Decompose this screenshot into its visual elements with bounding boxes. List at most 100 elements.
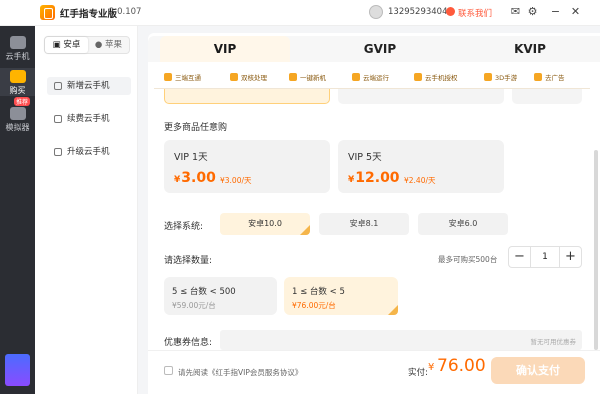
feature-label: 云手机授权: [425, 74, 458, 82]
feature-cloud-run: 云端运行: [352, 72, 389, 82]
currency-symbol: ¥: [348, 175, 355, 185]
recommend-badge: 推荐: [14, 97, 31, 106]
rail-item-emulator[interactable]: 模拟器: [0, 107, 35, 133]
plan-card[interactable]: [512, 89, 582, 104]
option-label: 安卓10.0: [248, 219, 282, 228]
rail-item-buy[interactable]: 购买: [0, 68, 35, 96]
total-amount: 76.00: [437, 356, 486, 376]
tab-gvip[interactable]: GVIP: [315, 36, 445, 62]
product-price: ¥12.00: [348, 170, 400, 186]
app-version: 2.0.107: [109, 7, 142, 17]
menu-item-label: 新增云手机: [67, 81, 110, 91]
customer-service-icon[interactable]: [446, 7, 455, 16]
cloud-icon: [352, 73, 360, 81]
coupon-placeholder: 暂无可用优惠券: [530, 338, 577, 346]
user-phone[interactable]: 13295293404: [388, 7, 448, 17]
plus-box-icon: [54, 82, 62, 90]
rail-item-label: 购买: [9, 86, 26, 95]
upgrade-icon: [54, 148, 62, 156]
price-per-day: ¥3.00/天: [220, 176, 252, 185]
agreement-checkbox[interactable]: [164, 366, 173, 375]
os-switch: ▣ 安卓 ● 苹果: [44, 36, 130, 54]
quantity-label: 请选择数量:: [164, 256, 213, 266]
selected-corner-icon: [300, 225, 310, 235]
quantity-increase-button[interactable]: +: [559, 246, 581, 268]
plan-card[interactable]: [338, 89, 504, 104]
feature-authorization: 云手机授权: [414, 72, 458, 82]
product-card-vip-1day[interactable]: VIP 1天 ¥3.00 ¥3.00/天: [164, 140, 330, 193]
feature-label: 三端互通: [175, 74, 201, 82]
rail-item-cloud-phone[interactable]: 云手机: [0, 36, 35, 62]
coupon-select[interactable]: [220, 330, 582, 350]
confirm-pay-button[interactable]: 确认支付: [491, 357, 585, 384]
rail-item-label: 云手机: [5, 52, 30, 61]
option-label: 安卓6.0: [448, 219, 478, 228]
cpu-icon: [230, 73, 238, 81]
tab-vip[interactable]: VIP: [160, 36, 290, 62]
feature-one-click-new: 一键新机: [289, 72, 326, 82]
feature-label: 云端运行: [363, 74, 389, 82]
tab-label: 安卓: [63, 40, 81, 50]
currency-symbol: ¥: [174, 175, 181, 185]
tier-range: 1 ≤ 台数 < 5: [292, 287, 345, 297]
tab-label: 苹果: [105, 40, 123, 50]
feature-no-ads: 去广告: [534, 72, 565, 82]
menu-item-label: 升级云手机: [67, 147, 110, 157]
product-card-vip-5day[interactable]: VIP 5天 ¥12.00 ¥2.40/天: [338, 140, 504, 193]
system-option-android10[interactable]: 安卓10.0: [220, 213, 310, 235]
app-logo-icon: [40, 5, 55, 20]
plan-card-selected[interactable]: [164, 89, 330, 104]
mail-icon[interactable]: ✉: [509, 5, 522, 18]
wallet-icon: [9, 70, 26, 83]
system-label: 选择系统:: [164, 222, 204, 232]
renew-icon: [54, 115, 62, 123]
refresh-phone-icon: [289, 73, 297, 81]
system-option-android6[interactable]: 安卓6.0: [418, 213, 508, 235]
system-option-android81[interactable]: 安卓8.1: [319, 213, 409, 235]
feature-label: 双核处理: [241, 74, 267, 82]
user-avatar[interactable]: [369, 5, 383, 19]
option-label: 安卓8.1: [349, 219, 379, 228]
feature-label: 一键新机: [300, 74, 326, 82]
more-products-title: 更多商品任意购: [164, 123, 228, 133]
tab-kvip[interactable]: KVIP: [465, 36, 595, 62]
tier-price: ¥59.00元/台: [172, 301, 216, 310]
minimize-icon[interactable]: −: [549, 5, 562, 18]
menu-item-upgrade-phone[interactable]: 升级云手机: [47, 143, 131, 161]
coupon-label: 优惠券信息:: [164, 338, 213, 348]
product-name: VIP 5天: [348, 152, 382, 163]
key-icon: [414, 73, 422, 81]
apple-icon: ●: [94, 40, 106, 50]
tab-android[interactable]: ▣ 安卓: [45, 37, 88, 53]
selected-corner-icon: [388, 305, 398, 315]
promo-banner[interactable]: [5, 354, 30, 386]
no-ads-icon: [534, 73, 542, 81]
quantity-tier-bulk[interactable]: 5 ≤ 台数 < 500 ¥59.00元/台: [164, 277, 277, 315]
menu-item-new-phone[interactable]: 新增云手机: [47, 77, 131, 95]
close-icon[interactable]: ✕: [569, 5, 582, 18]
android-icon: ▣: [52, 40, 64, 50]
feature-multi-device: 三端互通: [164, 72, 201, 82]
total-label: 实付:: [408, 368, 428, 378]
scrollbar[interactable]: [594, 150, 598, 350]
contact-us-link[interactable]: 联系我们: [458, 7, 492, 19]
feature-dual-core: 双核处理: [230, 72, 267, 82]
agreement-text[interactable]: 请先阅读《红手指VIP会员服务协议》: [178, 367, 302, 378]
settings-icon[interactable]: ⚙: [526, 5, 539, 18]
gamepad-icon: [484, 73, 492, 81]
tab-ios[interactable]: ● 苹果: [87, 37, 130, 53]
feature-3d-games: 3D手游: [484, 72, 517, 82]
feature-label: 3D手游: [495, 74, 518, 82]
total-currency: ¥: [428, 362, 435, 373]
menu-item-renew-phone[interactable]: 续费云手机: [47, 110, 131, 128]
rail-item-label: 模拟器: [5, 123, 30, 132]
price-value: 3.00: [181, 170, 216, 186]
product-name: VIP 1天: [174, 152, 208, 163]
quantity-tier-standard[interactable]: 1 ≤ 台数 < 5 ¥76.00元/台: [284, 277, 398, 315]
feature-label: 去广告: [545, 74, 565, 82]
price-value: 12.00: [355, 170, 400, 186]
tier-range: 5 ≤ 台数 < 500: [172, 287, 236, 297]
cloud-phone-icon: [9, 36, 26, 49]
gamepad-icon: [9, 107, 26, 120]
menu-item-label: 续费云手机: [67, 114, 110, 124]
